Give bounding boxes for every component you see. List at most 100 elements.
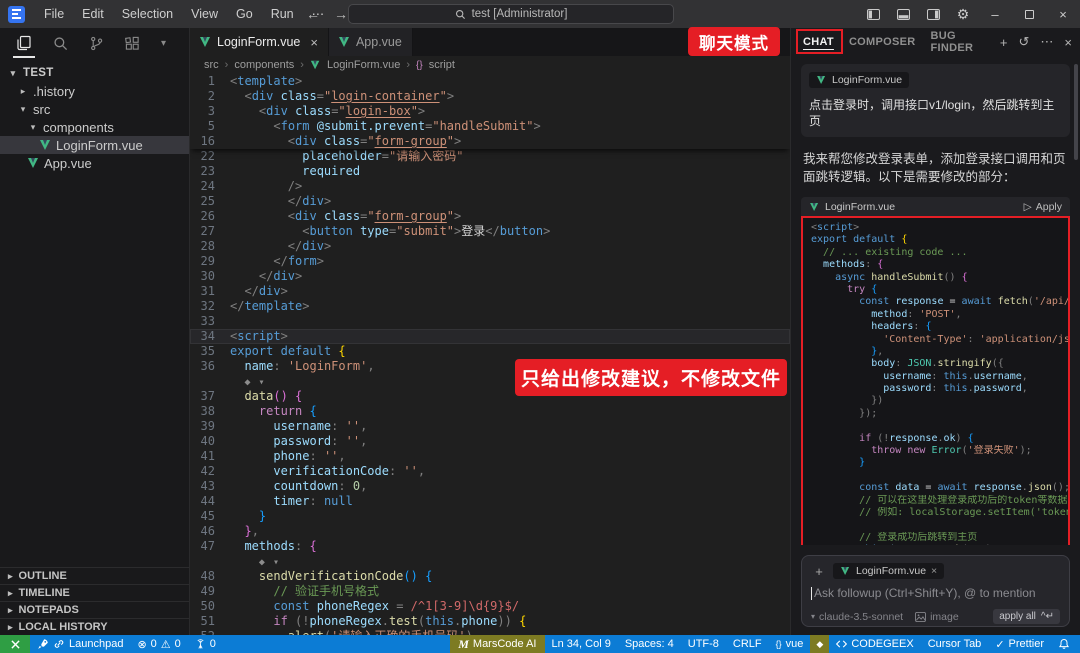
minimize-button[interactable]: – [978,0,1012,28]
code-line[interactable]: 45 } [190,509,790,524]
code-line[interactable]: export default { [811,234,1068,246]
code-line[interactable]: // 登录成功后跳转到主页 [811,532,1068,544]
tab-app-vue[interactable]: App.vue [328,28,413,56]
launchpad-button[interactable]: Launchpad [30,635,130,653]
menu-run[interactable]: Run [262,4,303,24]
indentation-setting[interactable]: Spaces: 4 [618,635,681,653]
apply-button[interactable]: ▷ Apply [1024,201,1062,213]
tab-chat[interactable]: CHAT [803,36,834,48]
code-line[interactable]: methods: { [811,259,1068,271]
code-line[interactable]: 29 </form> [190,254,790,269]
code-line[interactable] [811,470,1068,482]
code-line[interactable]: } [811,457,1068,469]
code-line[interactable]: // 例如: localStorage.setItem('token', [811,507,1068,519]
code-line[interactable]: 3 <div class="login-box"> [190,104,790,119]
code-line[interactable]: 25 </div> [190,194,790,209]
code-line[interactable]: const response = await fetch('/api/v1/l [811,296,1068,308]
code-line[interactable]: 26 <div class="form-group"> [190,209,790,224]
explorer-icon[interactable] [13,28,35,58]
code-line[interactable] [811,519,1068,531]
language-mode[interactable]: {} vue [769,635,811,653]
code-line[interactable]: 44 timer: null [190,494,790,509]
breadcrumb[interactable]: src › components › LoginForm.vue › {} sc… [190,56,790,74]
nav-back-icon[interactable]: ← [306,6,320,22]
code-line[interactable]: 47 methods: { [190,539,790,554]
new-chat-icon[interactable]: + [1000,35,1008,50]
add-context-icon[interactable]: + [811,564,827,579]
code-line[interactable]: 27 <button type="submit">登录</button> [190,224,790,239]
close-tab-icon[interactable]: × [310,35,318,50]
nav-forward-icon[interactable]: → [334,6,348,22]
file-context-chip[interactable]: LoginForm.vue [809,72,910,88]
toggle-bottom-panel-icon[interactable] [888,0,918,28]
chat-text-input[interactable]: Ask followup (Ctrl+Shift+Y), @ to mentio… [811,586,1060,600]
close-window-button[interactable]: × [1046,0,1080,28]
extensions-icon[interactable] [125,28,140,58]
remote-indicator[interactable] [0,635,30,653]
search-sidebar-icon[interactable] [53,28,68,58]
code-line[interactable]: throw new Error('登录失败'); [811,445,1068,457]
code-line[interactable]: 1 <template> [190,74,790,89]
code-line[interactable]: 49 // 验证手机号格式 [190,584,790,599]
section-local-history[interactable]: ▸ LOCAL HISTORY [0,618,189,635]
edit-suggestion-marker[interactable]: ◆ ▾ [190,554,790,569]
code-line[interactable]: 2 <div class="login-container"> [190,89,790,104]
code-line[interactable]: username: this.username, [811,371,1068,383]
menu-file[interactable]: File [35,4,73,24]
tab-loginform-vue[interactable]: LoginForm.vue × [190,28,329,56]
breadcrumb-item[interactable]: src [204,59,219,71]
code-line[interactable]: body: JSON.stringify({ [811,358,1068,370]
eol-setting[interactable]: CRLF [726,635,769,653]
menu-edit[interactable]: Edit [73,4,113,24]
breadcrumb-item[interactable]: LoginForm.vue [327,59,400,71]
code-line[interactable]: headers: { [811,321,1068,333]
code-line[interactable]: 30 </div> [190,269,790,284]
chat-input-box[interactable]: + LoginForm.vue × Ask followup (Ctrl+Shi… [801,555,1070,627]
code-line[interactable]: const data = await response.json(); [811,482,1068,494]
close-panel-icon[interactable]: × [1064,35,1072,50]
code-line[interactable]: }) [811,395,1068,407]
code-line[interactable]: this.$router.push('/'); [811,544,1068,545]
cursor-position[interactable]: Ln 34, Col 9 [545,635,618,653]
tree-item-src[interactable]: ▾ src [0,100,189,118]
sticky-scroll[interactable]: 1 <template> 2 <div class="login-container… [190,74,790,149]
edit-marker-icon[interactable]: ◆ ▾ [259,557,280,568]
code-line[interactable]: async handleSubmit() { [811,272,1068,284]
ports-indicator[interactable]: 0 [188,635,223,653]
code-line[interactable]: 34 <script> [190,329,790,344]
workspace-root[interactable]: ▾ TEST [0,64,189,82]
menu-view[interactable]: View [182,4,227,24]
code-line[interactable]: 23 required [190,164,790,179]
code-line[interactable]: 31 </div> [190,284,790,299]
code-line[interactable]: 41 phone: '', [190,449,790,464]
tree-item-components[interactable]: ▾ components [0,118,189,136]
code-line[interactable]: if (!response.ok) { [811,433,1068,445]
tab-composer[interactable]: COMPOSER [849,36,916,48]
tree-item-app[interactable]: App.vue [0,154,189,172]
code-line[interactable]: 'Content-Type': 'application/json', [811,334,1068,346]
code-line[interactable]: 28 </div> [190,239,790,254]
breadcrumb-symbol[interactable]: script [429,59,455,71]
more-actions-icon[interactable]: ⋯ [1040,34,1053,50]
toggle-right-sidebar-icon[interactable] [918,0,948,28]
code-line[interactable]: 5 <form @submit.prevent="handleSubmit"> [190,119,790,134]
source-control-icon[interactable] [89,28,104,58]
notifications-bell-icon[interactable] [1051,635,1080,653]
menu-go[interactable]: Go [227,4,262,24]
code-line[interactable]: 24 /> [190,179,790,194]
file-context-chip[interactable]: LoginForm.vue × [833,563,945,579]
code-line[interactable]: 35 export default { [190,344,790,359]
code-line[interactable]: 22 placeholder="请输入密码" [190,149,790,164]
settings-gear-icon[interactable]: ⚙ [948,0,978,28]
code-line[interactable] [811,420,1068,432]
remove-chip-icon[interactable]: × [931,565,937,577]
code-line[interactable]: 33 [190,314,790,329]
model-selector[interactable]: ▾ claude-3.5-sonnet [811,611,903,623]
app-logo-icon[interactable] [8,5,25,23]
codegeex-status[interactable]: CODEGEEX [829,635,920,653]
section-timeline[interactable]: ▸ TIMELINE [0,584,189,601]
code-editor[interactable]: 1 <template> 2 <div class="login-container… [190,74,790,635]
code-line[interactable]: 50 const phoneRegex = /^1[3-9]\d{9}$/ [190,599,790,614]
code-line[interactable]: 42 verificationCode: '', [190,464,790,479]
menu-selection[interactable]: Selection [113,4,182,24]
